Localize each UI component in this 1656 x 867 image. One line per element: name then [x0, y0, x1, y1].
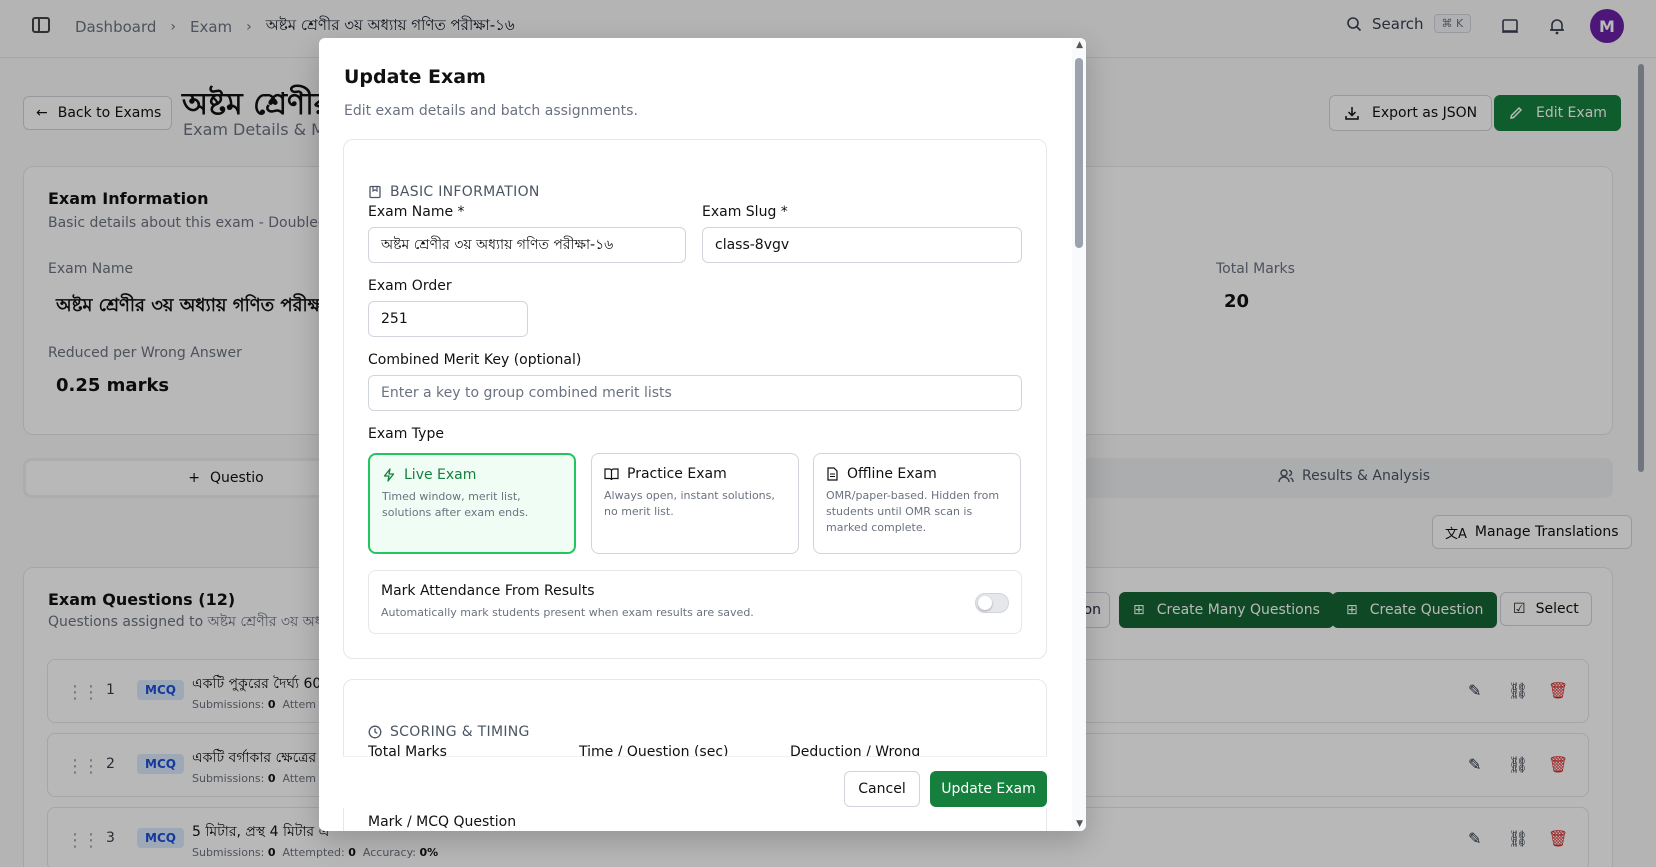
scroll-down-icon[interactable]: ▼ [1076, 819, 1083, 829]
mark-mcq-label: Mark / MCQ Question [368, 814, 517, 830]
exam-name-input[interactable]: অষ্টম শ্রেণীর ৩য় অধ্যায় গণিত পরীক্ষা-১… [368, 227, 686, 263]
scoring-title: SCORING & TIMING [368, 724, 530, 740]
scoring-timing-section: SCORING & TIMING Total Marks Time / Ques… [343, 679, 1047, 831]
zap-icon [383, 468, 395, 482]
attendance-setting: Mark Attendance From Results Automatical… [368, 570, 1022, 634]
book-open-icon [604, 468, 619, 481]
merit-key-input[interactable]: Enter a key to group combined merit list… [368, 375, 1022, 411]
attendance-desc: Automatically mark students present when… [381, 606, 754, 619]
exam-order-label: Exam Order [368, 278, 452, 294]
clock-icon [368, 725, 382, 739]
exam-slug-label: Exam Slug * [702, 204, 788, 220]
exam-order-input[interactable]: 251 [368, 301, 528, 337]
exam-type-label: Exam Type [368, 426, 444, 442]
scroll-up-icon[interactable]: ▲ [1076, 40, 1083, 50]
basic-information-section: BASIC INFORMATION Exam Name * অষ্টম শ্রে… [343, 139, 1047, 659]
exam-slug-input[interactable]: class-8vgv [702, 227, 1022, 263]
update-exam-dialog: Update Exam Edit exam details and batch … [319, 38, 1086, 831]
exam-type-practice[interactable]: Practice Exam Always open, instant solut… [591, 453, 799, 554]
cancel-button[interactable]: Cancel [844, 771, 920, 807]
attendance-toggle[interactable] [975, 593, 1009, 613]
exam-type-live[interactable]: Live Exam Timed window, merit list, solu… [368, 453, 576, 554]
modal-title: Update Exam [344, 66, 486, 88]
merit-key-label: Combined Merit Key (optional) [368, 352, 582, 368]
modal-scrollbar[interactable]: ▲ ▼ [1072, 38, 1086, 831]
modal-subtitle: Edit exam details and batch assignments. [344, 103, 638, 119]
attendance-title: Mark Attendance From Results [381, 583, 595, 599]
modal-footer: Cancel Update Exam [343, 756, 1047, 808]
scroll-thumb[interactable] [1075, 58, 1083, 248]
file-text-icon [827, 467, 838, 481]
update-exam-button[interactable]: Update Exam [930, 771, 1047, 807]
exam-name-label: Exam Name * [368, 204, 465, 220]
basic-info-title: BASIC INFORMATION [368, 184, 540, 200]
exam-type-offline[interactable]: Offline Exam OMR/paper-based. Hidden fro… [813, 453, 1021, 554]
bookmark-icon [369, 185, 381, 199]
